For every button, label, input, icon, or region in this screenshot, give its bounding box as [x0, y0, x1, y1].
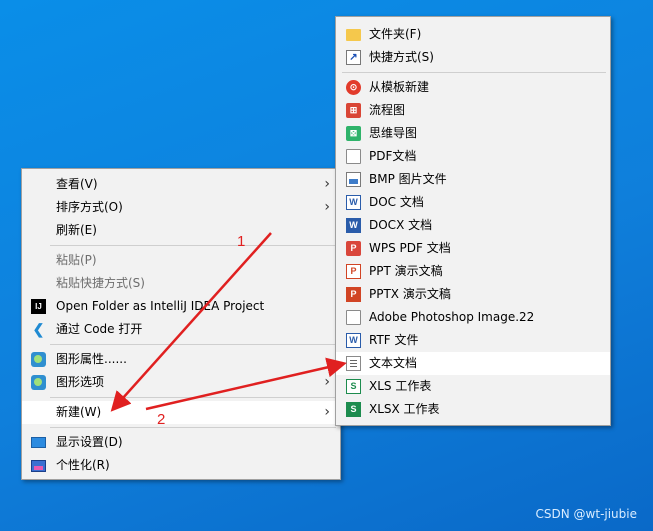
chevron-right-icon: › — [324, 374, 330, 390]
menu-item-label: 显示设置(D) — [56, 435, 123, 449]
submenu-item-mindmap[interactable]: ⊠ 思维导图 — [336, 122, 610, 145]
submenu-item-label: BMP 图片文件 — [369, 172, 447, 186]
submenu-item-ppt[interactable]: P PPT 演示文稿 — [336, 260, 610, 283]
submenu-item-wps-pdf[interactable]: P WPS PDF 文档 — [336, 237, 610, 260]
personalize-icon — [31, 460, 46, 472]
submenu-item-bmp[interactable]: BMP 图片文件 — [336, 168, 610, 191]
mindmap-icon: ⊠ — [346, 126, 361, 141]
menu-item-label: Open Folder as IntelliJ IDEA Project — [56, 299, 265, 313]
submenu-item-xls[interactable]: S XLS 工作表 — [336, 375, 610, 398]
submenu-item-label: 快捷方式(S) — [369, 50, 434, 64]
submenu-item-from-template[interactable]: ⊙ 从模板新建 — [336, 76, 610, 99]
menu-separator — [50, 427, 336, 428]
new-submenu: 文件夹(F) ↗ 快捷方式(S) ⊙ 从模板新建 ⊞ 流程图 ⊠ 思维导图 PD… — [335, 16, 611, 426]
flowchart-icon: ⊞ — [346, 103, 361, 118]
word-docx-icon: W — [346, 218, 361, 233]
menu-item-display-settings[interactable]: 显示设置(D) — [22, 431, 340, 454]
wps-pdf-icon: P — [346, 241, 361, 256]
menu-item-label: 个性化(R) — [56, 458, 110, 472]
submenu-item-docx[interactable]: W DOCX 文档 — [336, 214, 610, 237]
menu-item-open-with-code[interactable]: ❮ 通过 Code 打开 — [22, 318, 340, 341]
menu-item-label: 粘贴快捷方式(S) — [56, 276, 145, 290]
folder-icon — [346, 29, 361, 41]
rtf-icon: W — [346, 333, 361, 348]
menu-item-new[interactable]: 新建(W) › — [22, 401, 340, 424]
chevron-right-icon: › — [324, 404, 330, 420]
vscode-icon: ❮ — [32, 321, 45, 337]
submenu-item-pdf[interactable]: PDF文档 — [336, 145, 610, 168]
menu-item-personalize[interactable]: 个性化(R) — [22, 454, 340, 477]
submenu-item-label: 从模板新建 — [369, 80, 430, 94]
graphics-icon — [31, 352, 46, 367]
menu-separator — [342, 72, 606, 73]
menu-item-paste: 粘贴(P) — [22, 249, 340, 272]
display-icon — [31, 437, 46, 448]
ppt-icon: P — [346, 264, 361, 279]
text-document-icon — [346, 356, 361, 371]
submenu-item-label: DOC 文档 — [369, 195, 424, 209]
menu-item-label: 图形属性...... — [56, 352, 127, 366]
submenu-item-text-document[interactable]: 文本文档 — [336, 352, 610, 375]
bitmap-icon — [346, 172, 361, 187]
menu-item-label: 刷新(E) — [56, 223, 97, 237]
watermark: CSDN @wt-jiubie — [535, 507, 637, 521]
submenu-item-label: DOCX 文档 — [369, 218, 433, 232]
blank-document-icon — [346, 149, 361, 164]
shortcut-icon: ↗ — [346, 50, 361, 65]
menu-item-label: 图形选项 — [56, 375, 105, 389]
submenu-item-xlsx[interactable]: S XLSX 工作表 — [336, 398, 610, 421]
blank-document-icon — [346, 310, 361, 325]
chevron-right-icon: › — [324, 176, 330, 192]
submenu-item-label: 文本文档 — [369, 356, 418, 370]
submenu-item-label: PPTX 演示文稿 — [369, 287, 451, 301]
submenu-item-pptx[interactable]: P PPTX 演示文稿 — [336, 283, 610, 306]
xlsx-icon: S — [346, 402, 361, 417]
menu-item-sort-by[interactable]: 排序方式(O) › — [22, 196, 340, 219]
annotation-number-1: 1 — [237, 233, 246, 250]
submenu-item-rtf[interactable]: W RTF 文件 — [336, 329, 610, 352]
submenu-item-label: 思维导图 — [369, 126, 418, 140]
submenu-item-label: Adobe Photoshop Image.22 — [369, 310, 535, 324]
submenu-item-label: 流程图 — [369, 103, 406, 117]
submenu-item-doc[interactable]: W DOC 文档 — [336, 191, 610, 214]
menu-item-refresh[interactable]: 刷新(E) — [22, 219, 340, 242]
pptx-icon: P — [346, 287, 361, 302]
word-doc-icon: W — [346, 195, 361, 210]
submenu-item-label: XLSX 工作表 — [369, 402, 440, 416]
menu-item-open-intellij[interactable]: IJ Open Folder as IntelliJ IDEA Project — [22, 295, 340, 318]
menu-item-view[interactable]: 查看(V) › — [22, 173, 340, 196]
annotation-number-2: 2 — [157, 411, 166, 428]
desktop-context-menu: 查看(V) › 排序方式(O) › 刷新(E) 粘贴(P) 粘贴快捷方式(S) … — [21, 168, 341, 480]
submenu-item-label: 文件夹(F) — [369, 27, 422, 41]
chevron-right-icon: › — [324, 199, 330, 215]
submenu-item-label: PDF文档 — [369, 149, 417, 163]
submenu-item-label: RTF 文件 — [369, 333, 419, 347]
submenu-item-label: WPS PDF 文档 — [369, 241, 451, 255]
submenu-item-label: PPT 演示文稿 — [369, 264, 443, 278]
menu-item-paste-shortcut: 粘贴快捷方式(S) — [22, 272, 340, 295]
menu-item-label: 通过 Code 打开 — [56, 322, 143, 336]
menu-item-graphics-properties[interactable]: 图形属性...... — [22, 348, 340, 371]
menu-item-label: 排序方式(O) — [56, 200, 123, 214]
menu-item-label: 查看(V) — [56, 177, 98, 191]
menu-item-label: 粘贴(P) — [56, 253, 97, 267]
menu-separator — [50, 245, 336, 246]
submenu-item-folder[interactable]: 文件夹(F) — [336, 23, 610, 46]
menu-separator — [50, 344, 336, 345]
submenu-item-label: XLS 工作表 — [369, 379, 432, 393]
template-icon: ⊙ — [346, 80, 361, 95]
menu-item-graphics-options[interactable]: 图形选项 › — [22, 371, 340, 394]
xls-icon: S — [346, 379, 361, 394]
intellij-icon: IJ — [31, 299, 46, 314]
menu-separator — [50, 397, 336, 398]
submenu-item-photoshop[interactable]: Adobe Photoshop Image.22 — [336, 306, 610, 329]
graphics-icon — [31, 375, 46, 390]
submenu-item-flowchart[interactable]: ⊞ 流程图 — [336, 99, 610, 122]
menu-item-label: 新建(W) — [56, 405, 102, 419]
submenu-item-shortcut[interactable]: ↗ 快捷方式(S) — [336, 46, 610, 69]
